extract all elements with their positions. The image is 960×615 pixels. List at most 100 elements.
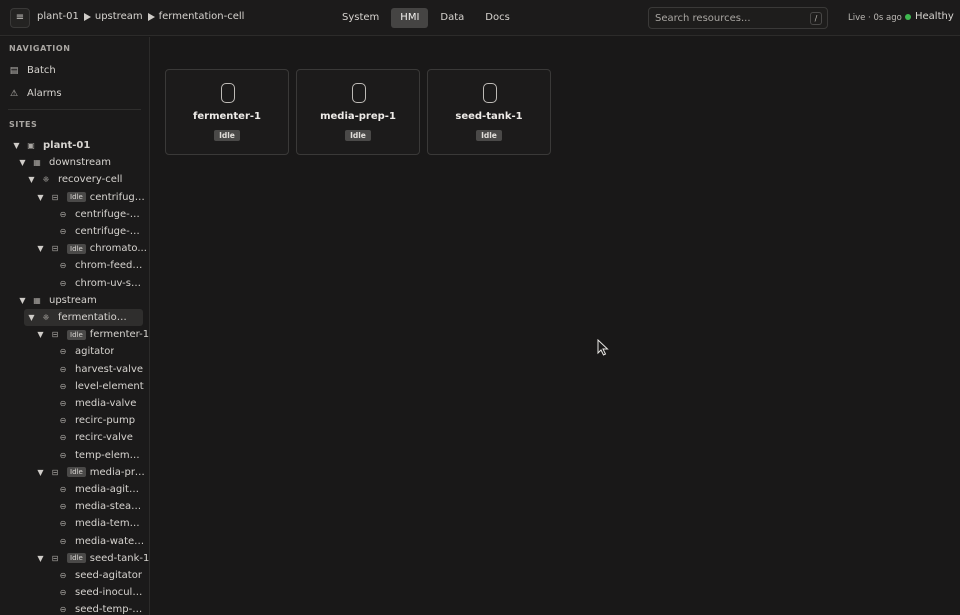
tree-item[interactable]: ⊖ seed-agitator bbox=[0, 567, 149, 584]
tree-item[interactable]: ▼ ▦ upstream bbox=[0, 292, 149, 309]
health-label: Healthy bbox=[915, 11, 954, 22]
module-icon: ⊖ bbox=[59, 261, 67, 271]
tree-item-label: media-pre... bbox=[89, 466, 150, 478]
module-icon: ⊖ bbox=[59, 227, 67, 236]
tree-item[interactable]: ▼ ⊟ Idle centrifuge-1 bbox=[0, 189, 150, 206]
tree-item[interactable]: ⊖ seed-temp-el... bbox=[0, 601, 149, 615]
tree-item-label: seed-temp-el... bbox=[75, 604, 145, 615]
expand-caret-icon[interactable]: ▼ bbox=[36, 244, 45, 253]
tree-item-label: fermentation-cell bbox=[58, 312, 128, 323]
tree-item[interactable]: ⊖ centrifuge-dri... bbox=[0, 223, 149, 240]
tree-item[interactable]: ⊖ chrom-feed-p... bbox=[0, 257, 149, 274]
unit-icon: ⊟ bbox=[51, 467, 59, 477]
tree-item[interactable]: ▼ ⊟ Idle fermenter-1 bbox=[0, 326, 150, 343]
expand-caret-icon[interactable]: ▼ bbox=[27, 313, 36, 322]
sidebar-item-label: Batch bbox=[27, 65, 56, 76]
status-badge: Idle bbox=[67, 329, 86, 340]
module-icon: ⊖ bbox=[59, 416, 67, 426]
tree-item[interactable]: ▼ ⊟ Idle chromato... bbox=[0, 240, 149, 257]
tree-item[interactable]: ⊖ media-steam... bbox=[0, 498, 149, 515]
tree-item[interactable]: ⊖ seed-inoculu... bbox=[0, 584, 149, 601]
breadcrumb-item-plant[interactable]: plant-01 bbox=[37, 11, 79, 22]
tree-item[interactable]: ⊖ media-agitator bbox=[0, 481, 149, 498]
expand-caret-icon[interactable]: ▼ bbox=[18, 158, 27, 167]
unit-icon: ⊟ bbox=[51, 553, 59, 563]
tree-item[interactable]: ⊖ chrom-uv-se... bbox=[0, 275, 149, 292]
tab-docs[interactable]: Docs bbox=[476, 8, 519, 28]
warning-icon: ⚠ bbox=[9, 88, 19, 99]
document-icon: ▤ bbox=[9, 65, 19, 76]
health-status: Healthy bbox=[905, 11, 954, 22]
tree-item-label: media-valve bbox=[75, 398, 137, 409]
mouse-cursor-icon bbox=[597, 339, 609, 356]
tree-item[interactable]: ▼ ▣ plant-01 bbox=[0, 137, 149, 154]
status-badge: Idle bbox=[476, 130, 502, 141]
tab-system[interactable]: System bbox=[333, 8, 388, 28]
tree-item[interactable]: ▼ ❈ fermentation-cell bbox=[24, 309, 143, 326]
expand-caret-icon[interactable]: ▼ bbox=[27, 175, 36, 184]
module-icon: ⊖ bbox=[59, 399, 67, 408]
status-badge: Idle bbox=[67, 467, 86, 478]
chevron-right-icon bbox=[147, 12, 155, 21]
search-input[interactable] bbox=[655, 11, 805, 26]
cell-icon: ❈ bbox=[42, 175, 50, 185]
breadcrumb-item-area[interactable]: upstream bbox=[95, 11, 143, 22]
status-badge: Idle bbox=[214, 130, 240, 141]
breadcrumb-item-cell[interactable]: fermentation-cell bbox=[159, 11, 245, 22]
tree-item[interactable]: ⊖ level-element bbox=[0, 378, 149, 395]
expand-caret-icon[interactable]: ▼ bbox=[36, 554, 45, 563]
module-icon: ⊖ bbox=[59, 502, 67, 512]
tree-item[interactable]: ▼ ❈ recovery-cell bbox=[0, 171, 149, 188]
expand-caret-icon[interactable]: ▼ bbox=[36, 468, 45, 477]
tree-item[interactable]: ⊖ recirc-valve bbox=[0, 429, 149, 446]
tree-item[interactable]: ⊖ centrifuge-di... bbox=[0, 206, 149, 223]
tab-hmi[interactable]: HMI bbox=[391, 8, 429, 28]
breadcrumb: plant-01 upstream fermentation-cell bbox=[37, 11, 244, 22]
tree-item-label: centrifuge-dri... bbox=[75, 226, 145, 237]
tree-item-label: centrifuge-di... bbox=[75, 208, 145, 220]
module-icon: ⊖ bbox=[59, 364, 67, 374]
tree-item[interactable]: ⊖ media-temp-... bbox=[0, 515, 149, 532]
tree-item[interactable]: ⊖ recirc-pump bbox=[0, 412, 149, 429]
expand-caret-icon[interactable]: ▼ bbox=[36, 193, 45, 202]
site-icon: ▣ bbox=[27, 141, 35, 150]
expand-caret-icon[interactable]: ▼ bbox=[18, 296, 27, 305]
tree-item[interactable]: ⊖ agitator bbox=[0, 343, 149, 360]
tree-item-label: seed-inoculu... bbox=[75, 587, 145, 599]
tree-item-label: fermenter-1 bbox=[89, 329, 150, 341]
module-icon: ⊖ bbox=[59, 433, 67, 443]
tree-item[interactable]: ⊖ harvest-valve bbox=[0, 361, 149, 378]
tree-item[interactable]: ⊖ media-valve bbox=[0, 395, 149, 412]
sites-heading: SITES bbox=[9, 120, 38, 129]
tree-item-label: media-agitator bbox=[75, 484, 145, 495]
status-badge: Idle bbox=[345, 130, 371, 141]
top-bar: ≡ plant-01 upstream fermentation-cell Sy… bbox=[0, 0, 960, 36]
module-icon: ⊖ bbox=[59, 588, 67, 598]
equipment-card[interactable]: seed-tank-1 Idle bbox=[427, 69, 551, 155]
equipment-card[interactable]: fermenter-1 Idle bbox=[165, 69, 289, 155]
tree-item[interactable]: ▼ ⊟ Idle seed-tank-1 bbox=[0, 550, 149, 567]
tree-item[interactable]: ⊖ media-water-... bbox=[0, 533, 149, 550]
sidebar-item-label: Alarms bbox=[27, 88, 62, 99]
module-icon: ⊖ bbox=[59, 381, 67, 391]
tree-item-label: centrifuge-1 bbox=[89, 191, 150, 203]
module-icon: ⊖ bbox=[59, 571, 67, 580]
divider bbox=[8, 109, 141, 110]
module-icon: ⊖ bbox=[59, 605, 67, 615]
sidebar-item-batch[interactable]: ▤ Batch bbox=[7, 62, 143, 79]
status-badge: Idle bbox=[67, 243, 86, 254]
card-title: media-prep-1 bbox=[320, 111, 396, 122]
tree-item[interactable]: ▼ ▦ downstream bbox=[0, 154, 149, 171]
menu-button[interactable]: ≡ bbox=[10, 8, 30, 28]
equipment-card[interactable]: media-prep-1 Idle bbox=[296, 69, 420, 155]
tree-item[interactable]: ▼ ⊟ Idle media-pre... bbox=[0, 464, 150, 481]
expand-caret-icon[interactable]: ▼ bbox=[12, 141, 21, 150]
module-icon: ⊖ bbox=[59, 450, 67, 460]
sidebar: NAVIGATION ▤ Batch ⚠ Alarms SITES ▼ ▣ plan… bbox=[0, 37, 150, 615]
tank-icon bbox=[352, 83, 366, 103]
tree-item[interactable]: ⊖ temp-element bbox=[0, 447, 149, 464]
expand-caret-icon[interactable]: ▼ bbox=[36, 330, 45, 339]
sidebar-item-alarms[interactable]: ⚠ Alarms bbox=[7, 85, 143, 102]
tab-data[interactable]: Data bbox=[431, 8, 473, 28]
tree-item-label: agitator bbox=[75, 346, 115, 358]
